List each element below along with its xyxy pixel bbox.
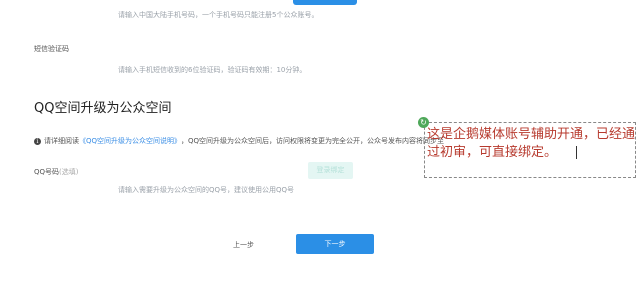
submit-button-top[interactable] — [293, 0, 357, 5]
qq-number-hint: 请输入需要升级为公众空间的QQ号，建议使用公用QQ号 — [118, 186, 295, 194]
sms-code-hint: 请输入手机短信收到的6位验证码，验证码有效期：10分钟。 — [118, 66, 307, 74]
qq-number-input[interactable] — [118, 161, 304, 180]
login-bind-button[interactable]: 登录绑定 — [308, 162, 353, 179]
info-prefix: 请详细阅读 — [44, 137, 79, 145]
qq-number-label-text: QQ号码 — [34, 168, 60, 176]
sms-code-input[interactable] — [118, 38, 304, 57]
previous-step-button[interactable]: 上一步 — [233, 240, 254, 250]
qq-number-label: QQ号码(选填) — [34, 167, 79, 177]
annotation-text[interactable]: 这是企鹅媒体账号辅助开通，已经通过初审，可直接绑定。 — [427, 126, 635, 162]
next-step-button[interactable]: 下一步 — [296, 234, 374, 254]
qq-space-info: i 请详细阅读 《QQ空间升级为公众空间说明》 ，QQ空间升级为公众空间后，访问… — [34, 136, 444, 146]
sms-code-label: 短信验证码 — [34, 45, 69, 53]
rotate-handle-icon[interactable]: ↻ — [418, 117, 429, 128]
text-caret — [576, 146, 577, 159]
qq-space-explanation-link[interactable]: 《QQ空间升级为公众空间说明》 — [79, 136, 181, 146]
info-icon: i — [34, 137, 41, 145]
qq-space-section-title: QQ空间升级为公众空间 — [34, 101, 172, 116]
info-suffix: ，QQ空间升级为公众空间后，访问权限将变更为完全公开，公众号发布内容将同步至 — [181, 137, 445, 145]
qq-number-optional: (选填) — [59, 168, 79, 176]
phone-hint: 请输入中国大陆手机号码，一个手机号码只能注册5个公众账号。 — [118, 11, 319, 19]
